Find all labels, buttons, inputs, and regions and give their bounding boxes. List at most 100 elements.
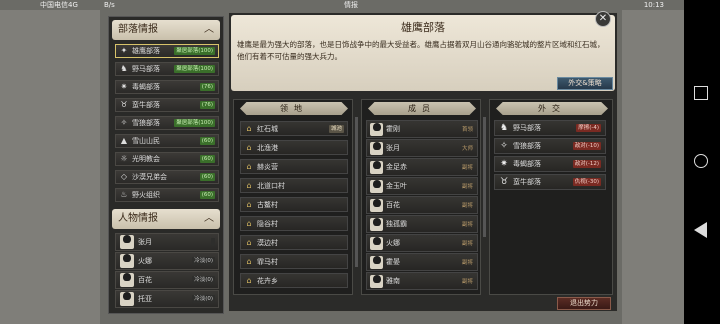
horse-icon: ♞ — [499, 123, 509, 133]
diplomacy-faction-name: 蛮牛部落 — [513, 178, 541, 186]
tribe-relation-badge: (60) — [199, 173, 215, 181]
people-section-header[interactable]: 人物情报 ︿ — [112, 209, 220, 229]
territory-row[interactable]: ⌂ 古鳌村 — [240, 197, 348, 212]
background-map-right — [622, 10, 684, 324]
relation-badge: 摩擦(-4) — [576, 124, 601, 132]
territory-name: 花卉乡 — [257, 276, 278, 285]
home-icon[interactable] — [694, 154, 708, 168]
person-attitude — [211, 238, 215, 246]
bull-icon: ♉ — [120, 100, 128, 109]
person-row[interactable]: 张月 — [115, 233, 219, 251]
avatar — [120, 235, 134, 249]
tribe-row[interactable]: ☼ 光明教会 (60) — [115, 152, 219, 166]
bull-icon: ♉ — [499, 177, 509, 187]
tribe-name: 雪狼部落 — [132, 119, 160, 127]
avatar — [120, 254, 134, 268]
tribe-section-header[interactable]: 部落情报 ︿ — [112, 20, 220, 40]
diplomacy-column: 外交 ♞ 野马部落 摩擦(-4) ✧ 雪狼部落 敌对(-10) ✷ 毒蝎部落 敌对(-12) ♉ 蛮… — [489, 99, 613, 295]
territory-row[interactable]: ⌂ 花卉乡 — [240, 273, 348, 288]
territory-row[interactable]: ⌂ 北渔港 — [240, 140, 348, 155]
avatar — [120, 292, 134, 306]
territory-row[interactable]: ⌂ 隐谷村 — [240, 216, 348, 231]
city-tag: 城池 — [328, 124, 344, 133]
territory-row[interactable]: ⌂ 霏马村 — [240, 254, 348, 269]
tribe-row[interactable]: ♨ 野火组织 (60) — [115, 188, 219, 202]
recent-apps-icon[interactable] — [694, 86, 708, 100]
person-row[interactable]: 托亚 冷淡(0) — [115, 290, 219, 308]
relation-badge: 敌对(-12) — [572, 160, 601, 168]
people-section-title: 人物情报 — [118, 213, 158, 224]
diplomacy-row[interactable]: ✷ 毒蝎部落 敌对(-12) — [494, 156, 606, 172]
member-row[interactable]: 百花 副将 — [366, 196, 478, 214]
back-icon[interactable] — [694, 222, 707, 238]
member-row[interactable]: 雅南 副将 — [366, 272, 478, 290]
member-rank: 副将 — [461, 222, 473, 228]
avatar — [370, 141, 383, 155]
avatar — [370, 179, 383, 193]
member-rank: 副将 — [461, 165, 473, 171]
tribe-row[interactable]: ✧ 雪狼部落 聚居部落(100) — [115, 116, 219, 130]
member-rank: 大师 — [461, 146, 473, 152]
tribe-row[interactable]: ♞ 野马部落 聚居部落(100) — [115, 62, 219, 76]
avatar — [120, 273, 134, 287]
diplomacy-row[interactable]: ♉ 蛮牛部落 仇视(-30) — [494, 174, 606, 190]
member-name: 霍刚 — [386, 125, 400, 133]
member-row[interactable]: 独孤霸 副将 — [366, 215, 478, 233]
tribe-row[interactable]: ♉ 蛮牛部落 (76) — [115, 98, 219, 112]
territory-icon: ⌂ — [246, 275, 252, 285]
member-row[interactable]: 金足赤 副将 — [366, 158, 478, 176]
wolf-icon: ✧ — [120, 118, 128, 127]
territory-row[interactable]: ⌂ 赫炎营 — [240, 159, 348, 174]
person-row[interactable]: 百花 冷淡(0) — [115, 271, 219, 289]
territory-name: 古鳌村 — [257, 200, 278, 209]
diplomacy-row[interactable]: ✧ 雪狼部落 敌对(-10) — [494, 138, 606, 154]
members-scrollbar[interactable] — [483, 117, 486, 237]
scorpion-icon: ✷ — [500, 159, 508, 169]
member-row[interactable]: 霍刚 首领 — [366, 120, 478, 138]
member-rank: 副将 — [461, 241, 473, 247]
territory-scrollbar[interactable] — [355, 117, 358, 267]
exit-faction-button[interactable]: 退出势力 — [557, 297, 611, 310]
close-icon[interactable]: ✕ — [595, 11, 611, 27]
tribe-row[interactable]: ▲ 雪山山民 (60) — [115, 134, 219, 148]
territory-row[interactable]: ⌂ 漠边村 — [240, 235, 348, 250]
territory-icon: ⌂ — [246, 142, 252, 152]
member-rank: 副将 — [461, 260, 473, 266]
relation-badge: 敌对(-10) — [572, 142, 601, 150]
territory-row[interactable]: ⌂ 红石城 城池 — [240, 121, 348, 136]
diplomacy-row[interactable]: ♞ 野马部落 摩擦(-4) — [494, 120, 606, 136]
avatar — [370, 160, 383, 174]
avatar — [370, 255, 383, 269]
member-row[interactable]: 霍晏 副将 — [366, 253, 478, 271]
member-row[interactable]: 张月 大师 — [366, 139, 478, 157]
desert-icon: ◇ — [120, 172, 128, 181]
territory-name: 霏马村 — [257, 257, 278, 266]
territory-row[interactable]: ⌂ 北道口村 — [240, 178, 348, 193]
territory-icon: ⌂ — [246, 199, 252, 209]
tribe-name: 雪山山民 — [132, 137, 160, 145]
member-row[interactable]: 金玉叶 副将 — [366, 177, 478, 195]
member-row[interactable]: 火娜 副将 — [366, 234, 478, 252]
tribe-row[interactable]: ✷ 毒蝎部落 (76) — [115, 80, 219, 94]
tribe-row[interactable]: ◇ 沙漠兄弟会 (60) — [115, 170, 219, 184]
territory-name: 隐谷村 — [257, 219, 278, 228]
territory-name: 赫炎营 — [257, 162, 278, 171]
tribe-relation-badge: 聚居部落(100) — [174, 119, 215, 127]
system-nav-bar — [684, 0, 720, 324]
tribe-row[interactable]: ✦ 雄鹰部落 聚居部落(100) — [115, 44, 219, 58]
tribe-relation-badge: (60) — [199, 155, 215, 163]
wolf-icon: ✧ — [500, 141, 508, 151]
avatar — [370, 217, 383, 231]
diplomacy-strategy-button[interactable]: 外交&策略 — [557, 77, 613, 90]
avatar — [370, 198, 383, 212]
territory-name: 漠边村 — [257, 238, 278, 247]
background-map-left — [0, 10, 100, 324]
clock: 10:13 — [643, 1, 664, 9]
tribe-name: 毒蝎部落 — [132, 83, 160, 91]
member-name: 火娜 — [386, 239, 400, 247]
territory-name: 北渔港 — [257, 143, 278, 152]
diplomacy-faction-name: 野马部落 — [513, 124, 541, 132]
person-row[interactable]: 火娜 冷淡(0) — [115, 252, 219, 270]
chevron-up-icon: ︿ — [204, 24, 214, 35]
relation-badge: 仇视(-30) — [572, 178, 601, 186]
